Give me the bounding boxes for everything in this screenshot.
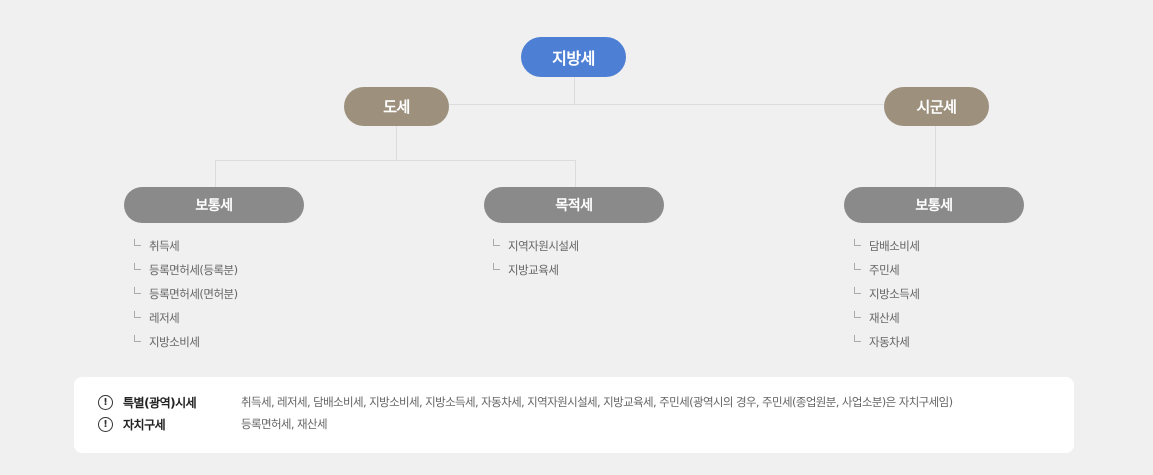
provincial-ordinary-tax-list: 취득세 등록면허세(등록분) 등록면허세(면허분) 레저세 지방소비세	[134, 234, 238, 354]
list-item: 등록면허세(등록분)	[134, 258, 238, 282]
list-item-label: 취득세	[149, 239, 180, 253]
branch-marker	[493, 239, 500, 246]
connector-municipal-down	[935, 126, 936, 187]
list-item: 재산세	[854, 306, 919, 330]
list-item-label: 담배소비세	[869, 239, 920, 253]
list-item-label: 지방소비세	[149, 335, 200, 349]
branch-marker	[854, 335, 861, 342]
node-municipal-ordinary-tax: 보통세	[844, 187, 1024, 223]
connector-purpose-down	[575, 160, 576, 187]
exclamation-icon: !	[98, 394, 113, 410]
list-item: 지역자원시설세	[493, 234, 579, 258]
exclamation-icon: !	[98, 416, 113, 432]
branch-marker	[134, 263, 141, 270]
root-node-local-tax: 지방세	[521, 37, 626, 77]
branch-marker	[854, 311, 861, 318]
node-municipal-tax: 시군세	[884, 87, 989, 126]
provincial-purpose-tax-list: 지역자원시설세 지방교육세	[493, 234, 579, 282]
list-item-label: 자동차세	[869, 335, 910, 349]
list-item-label: 재산세	[869, 311, 900, 325]
list-item: 취득세	[134, 234, 238, 258]
list-item: 지방소득세	[854, 282, 920, 306]
connector-provincial-down	[396, 126, 397, 160]
list-item-label: 등록면허세(면허분)	[149, 287, 238, 301]
list-item-label: 지방교육세	[508, 263, 559, 277]
branch-marker	[134, 239, 141, 246]
branch-marker	[134, 335, 141, 342]
note-label: 특별(광역)시세	[123, 395, 197, 410]
branch-marker	[134, 287, 141, 294]
connector-level1-horizontal	[448, 104, 885, 105]
notes-box: ! 특별(광역)시세 취득세, 레저세, 담배소비세, 지방소비세, 지방소득세…	[74, 377, 1074, 453]
list-item: 레저세	[134, 306, 238, 330]
list-item: 지방교육세	[493, 258, 579, 282]
node-provincial-purpose-tax: 목적세	[484, 187, 664, 223]
note-description: 등록면허세, 재산세	[241, 417, 328, 431]
list-item-label: 레저세	[149, 311, 180, 325]
node-provincial-tax: 도세	[344, 87, 449, 126]
note-description: 취득세, 레저세, 담배소비세, 지방소비세, 지방소득세, 자동차세, 지역자…	[241, 395, 953, 409]
branch-marker	[854, 239, 861, 246]
branch-marker	[854, 263, 861, 270]
list-item: 담배소비세	[854, 234, 920, 258]
branch-marker	[493, 263, 500, 270]
connector-provincial-horizontal	[215, 160, 576, 161]
note-row-metropolitan-tax: ! 특별(광역)시세 취득세, 레저세, 담배소비세, 지방소비세, 지방소득세…	[98, 391, 953, 413]
list-item: 등록면허세(면허분)	[134, 282, 238, 306]
list-item: 주민세	[854, 258, 919, 282]
branch-marker	[854, 287, 861, 294]
list-item-label: 지역자원시설세	[508, 239, 579, 253]
branch-marker	[134, 311, 141, 318]
list-item: 지방소비세	[134, 330, 238, 354]
note-label: 자치구세	[123, 417, 166, 432]
connector-ordinary-down	[215, 160, 216, 187]
municipal-ordinary-tax-list: 담배소비세 주민세 지방소득세 재산세 자동차세	[854, 234, 920, 354]
list-item-label: 등록면허세(등록분)	[149, 263, 238, 277]
list-item-label: 지방소득세	[869, 287, 920, 301]
note-row-district-tax: ! 자치구세 등록면허세, 재산세	[98, 413, 328, 435]
list-item: 자동차세	[854, 330, 919, 354]
list-item-label: 주민세	[869, 263, 900, 277]
node-provincial-ordinary-tax: 보통세	[124, 187, 304, 223]
connector-root-down	[574, 77, 575, 104]
